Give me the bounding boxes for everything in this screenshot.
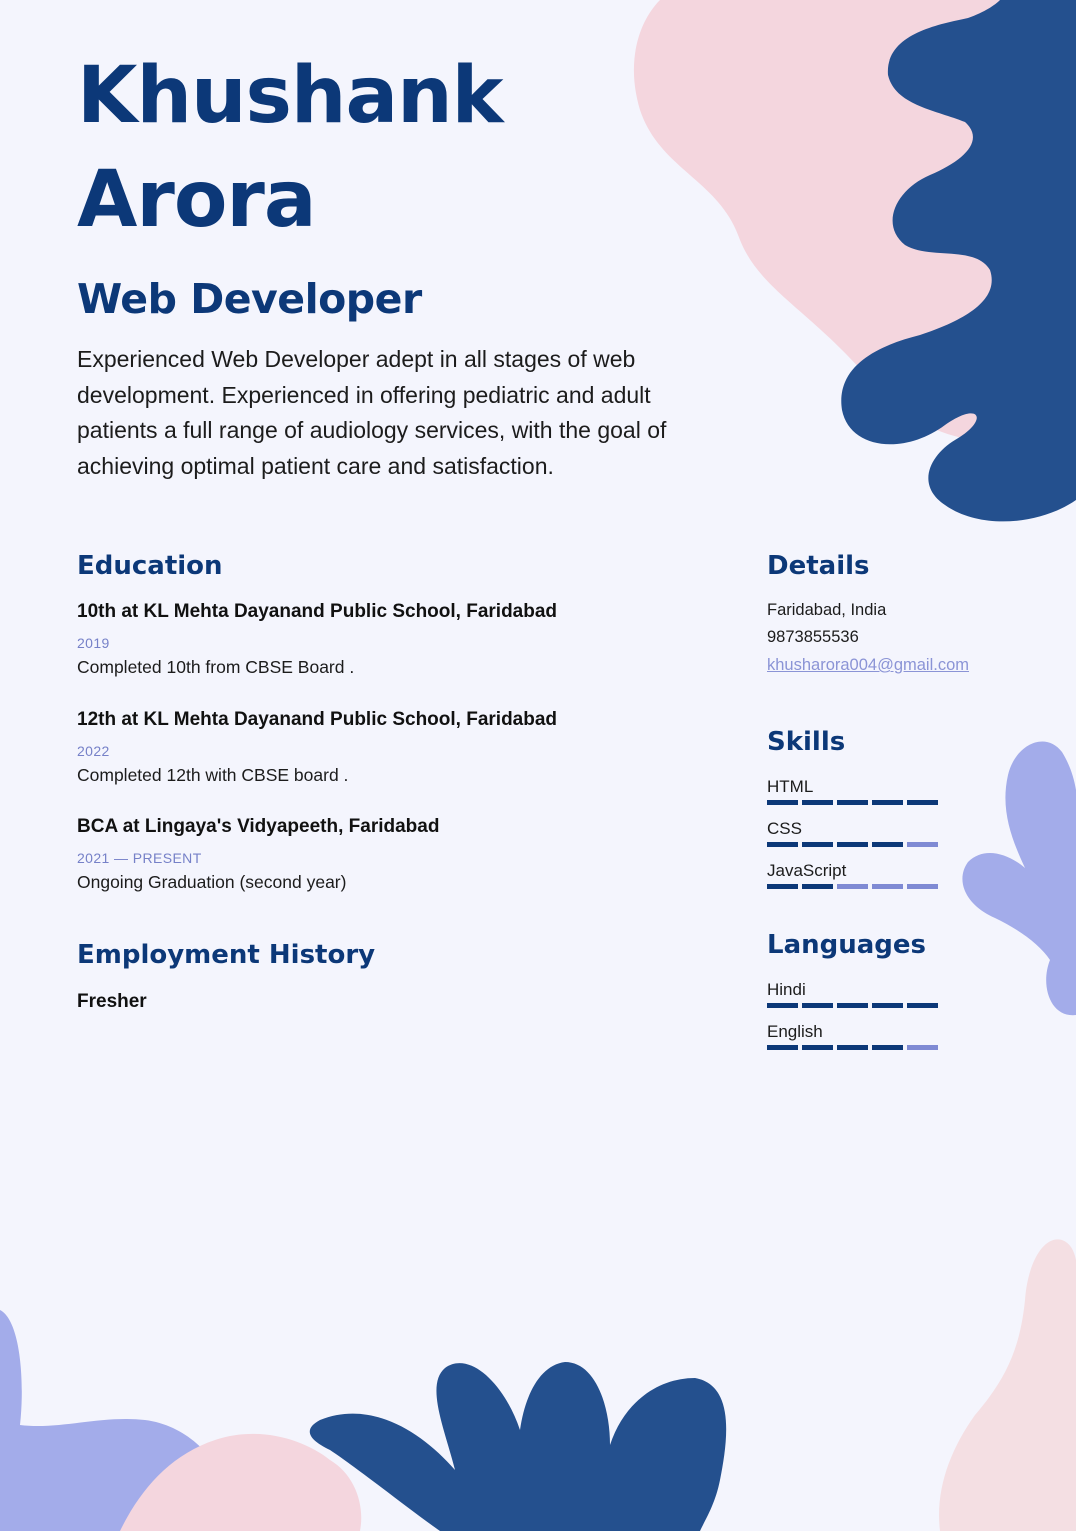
level-segment-filled — [802, 842, 833, 847]
pink-blob-bottom-right — [939, 1239, 1076, 1531]
resume-page: Khushank Arora Web Developer Experienced… — [0, 0, 1076, 1531]
profile-summary: Experienced Web Developer adept in all s… — [77, 342, 717, 484]
education-description: Completed 10th from CBSE Board . — [77, 657, 355, 677]
skill-item: HTML — [767, 777, 938, 805]
language-item: English — [767, 1022, 938, 1050]
level-segment-filled — [872, 800, 903, 805]
education-heading: Education — [77, 551, 223, 581]
level-segment-filled — [907, 800, 938, 805]
skill-label: HTML — [767, 777, 814, 796]
language-label: English — [767, 1022, 823, 1041]
level-segment-empty — [907, 842, 938, 847]
education-item: 10th at KL Mehta Dayanand Public School,… — [77, 601, 557, 678]
level-segment-filled — [767, 800, 798, 805]
summary-line: Experienced Web Developer adept in all s… — [77, 346, 636, 372]
skill-level-bar — [767, 842, 938, 847]
education-title: BCA at Lingaya's Vidyapeeth, Faridabad — [77, 816, 440, 837]
education-date: 2022 — [77, 743, 110, 759]
language-label: Hindi — [767, 980, 806, 999]
name-block: Khushank Arora — [77, 44, 503, 252]
level-segment-filled — [767, 884, 798, 889]
language-item: Hindi — [767, 980, 938, 1008]
level-segment-filled — [837, 1003, 868, 1008]
level-segment-filled — [872, 1045, 903, 1050]
education-item: BCA at Lingaya's Vidyapeeth, Faridabad 2… — [77, 816, 439, 893]
languages-heading: Languages — [767, 930, 927, 960]
first-name: Khushank — [77, 51, 503, 141]
level-segment-filled — [837, 842, 868, 847]
employment-heading: Employment History — [77, 940, 376, 970]
level-segment-filled — [872, 1003, 903, 1008]
level-segment-filled — [802, 884, 833, 889]
job-title: Web Developer — [77, 275, 422, 323]
skill-label: CSS — [767, 819, 802, 838]
skill-level-bar — [767, 884, 938, 889]
education-description: Ongoing Graduation (second year) — [77, 872, 347, 892]
employment-text: Fresher — [77, 991, 147, 1012]
level-segment-filled — [837, 1045, 868, 1050]
details-email-link[interactable]: khusharora004@gmail.com — [767, 656, 969, 675]
level-segment-filled — [767, 1003, 798, 1008]
skill-item: JavaScript — [767, 861, 938, 889]
summary-line: achieving optimal patient care and satis… — [77, 452, 554, 479]
education-item: 12th at KL Mehta Dayanand Public School,… — [77, 709, 557, 786]
level-segment-filled — [767, 842, 798, 847]
skill-label: JavaScript — [767, 861, 847, 880]
education-title: 10th at KL Mehta Dayanand Public School,… — [77, 601, 558, 622]
level-segment-filled — [802, 800, 833, 805]
education-date: 2021 — PRESENT — [77, 850, 202, 866]
level-segment-filled — [767, 1045, 798, 1050]
skill-item: CSS — [767, 819, 938, 847]
language-level-bar — [767, 1003, 938, 1008]
language-level-bar — [767, 1045, 938, 1050]
level-segment-filled — [802, 1045, 833, 1050]
level-segment-filled — [907, 1003, 938, 1008]
skills-heading: Skills — [767, 727, 846, 757]
details-heading: Details — [767, 551, 870, 581]
education-description: Completed 12th with CBSE board . — [77, 765, 349, 785]
summary-line: patients a full range of audiology servi… — [77, 417, 667, 443]
navy-blob-bottom — [309, 1362, 727, 1531]
education-date: 2019 — [77, 635, 110, 651]
summary-line: development. Experienced in offering ped… — [77, 381, 651, 408]
skill-level-bar — [767, 800, 938, 805]
level-segment-empty — [872, 884, 903, 889]
lavender-blob-right — [962, 741, 1076, 1016]
level-segment-filled — [802, 1003, 833, 1008]
details-phone: 9873855536 — [767, 628, 859, 646]
last-name: Arora — [77, 155, 317, 245]
level-segment-filled — [872, 842, 903, 847]
level-segment-empty — [837, 884, 868, 889]
details-location: Faridabad, India — [767, 601, 887, 619]
level-segment-filled — [837, 800, 868, 805]
level-segment-empty — [907, 884, 938, 889]
education-title: 12th at KL Mehta Dayanand Public School,… — [77, 709, 558, 730]
level-segment-empty — [907, 1045, 938, 1050]
